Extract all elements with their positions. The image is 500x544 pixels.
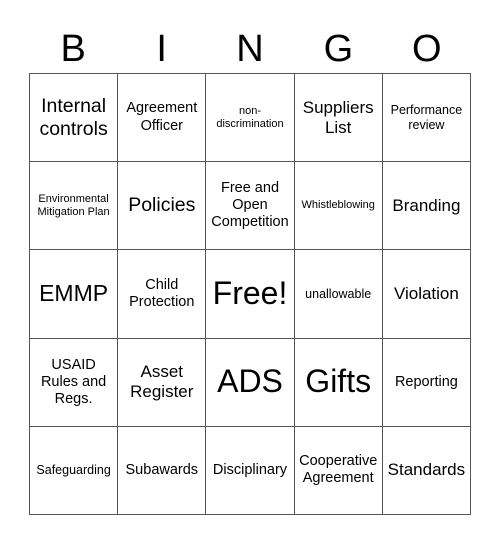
- bingo-cell-text: Whistleblowing: [301, 199, 375, 212]
- header-letter-g: G: [323, 28, 354, 70]
- bingo-cell-text: Disciplinary: [212, 461, 288, 478]
- header-letter-b: B: [60, 28, 86, 70]
- bingo-cell[interactable]: Agreement Officer: [118, 74, 207, 163]
- bingo-cell-text: Gifts: [305, 363, 372, 400]
- bingo-cell[interactable]: Gifts: [294, 338, 383, 427]
- bingo-cell-text: Policies: [128, 194, 196, 217]
- bingo-card-grid: Internal controls Agreement Officer non-di…: [29, 73, 471, 515]
- bingo-cell-text: non-discrimination: [216, 104, 284, 130]
- bingo-cell[interactable]: Free and Open Competition: [206, 162, 295, 251]
- bingo-cell[interactable]: Subawards: [118, 426, 207, 515]
- header-letter-i: I: [156, 28, 167, 70]
- bingo-cell-text: Subawards: [125, 461, 199, 478]
- bingo-cell[interactable]: Internal controls: [30, 74, 119, 163]
- bingo-cell[interactable]: Suppliers List: [294, 74, 383, 163]
- bingo-cell[interactable]: Whistleblowing: [294, 162, 383, 251]
- bingo-cell-text: Environmental Mitigation Plan: [37, 192, 110, 218]
- bingo-cell[interactable]: Violation: [382, 250, 471, 339]
- header-letter-o: O: [412, 28, 442, 70]
- bingo-cell-text: Reporting: [394, 373, 458, 390]
- bingo-cell[interactable]: Cooperative Agreement: [294, 426, 383, 515]
- bingo-cell-text: Suppliers List: [302, 97, 374, 137]
- bingo-cell-free-space[interactable]: Free!: [206, 250, 295, 339]
- bingo-cell[interactable]: Safeguarding: [30, 426, 119, 515]
- bingo-cell-text: Free!: [212, 275, 288, 312]
- bingo-cell-text: Asset Register: [130, 362, 194, 402]
- bingo-cell[interactable]: Policies: [118, 162, 207, 251]
- bingo-cell-text: Performance review: [390, 102, 463, 132]
- bingo-cell[interactable]: Reporting: [382, 338, 471, 427]
- bingo-cell[interactable]: USAID Rules and Regs.: [30, 338, 119, 427]
- bingo-cell[interactable]: Branding: [382, 162, 471, 251]
- bingo-cell-text: USAID Rules and Regs.: [40, 356, 107, 407]
- bingo-cell[interactable]: Performance review: [382, 74, 471, 163]
- bingo-cell-text: Cooperative Agreement: [299, 453, 378, 487]
- bingo-cell[interactable]: non-discrimination: [206, 74, 295, 163]
- bingo-cell[interactable]: unallowable: [294, 250, 383, 339]
- bingo-cell-text: Internal controls: [39, 94, 108, 140]
- header-letter-n: N: [236, 28, 264, 70]
- bingo-cell[interactable]: Child Protection: [118, 250, 207, 339]
- bingo-cell-text: Standards: [387, 460, 466, 480]
- bingo-cell-text: Violation: [393, 283, 459, 303]
- bingo-cell[interactable]: Asset Register: [118, 338, 207, 427]
- bingo-cell-text: unallowable: [305, 286, 372, 301]
- bingo-cell-text: ADS: [217, 363, 283, 400]
- bingo-cell[interactable]: ADS: [206, 338, 295, 427]
- bingo-cell[interactable]: Disciplinary: [206, 426, 295, 515]
- bingo-cell-text: Safeguarding: [36, 463, 111, 478]
- bingo-cell-text: EMMP: [39, 280, 109, 307]
- bingo-cell-text: Agreement Officer: [126, 100, 198, 134]
- bingo-cell-text: Child Protection: [129, 276, 195, 310]
- bingo-cell[interactable]: EMMP: [30, 250, 119, 339]
- bingo-cell[interactable]: Standards: [382, 426, 471, 515]
- bingo-cell-text: Branding: [392, 195, 461, 215]
- bingo-cell[interactable]: Environmental Mitigation Plan: [30, 162, 119, 251]
- bingo-cell-text: Free and Open Competition: [211, 180, 289, 231]
- bingo-header: B I N G O: [29, 26, 471, 72]
